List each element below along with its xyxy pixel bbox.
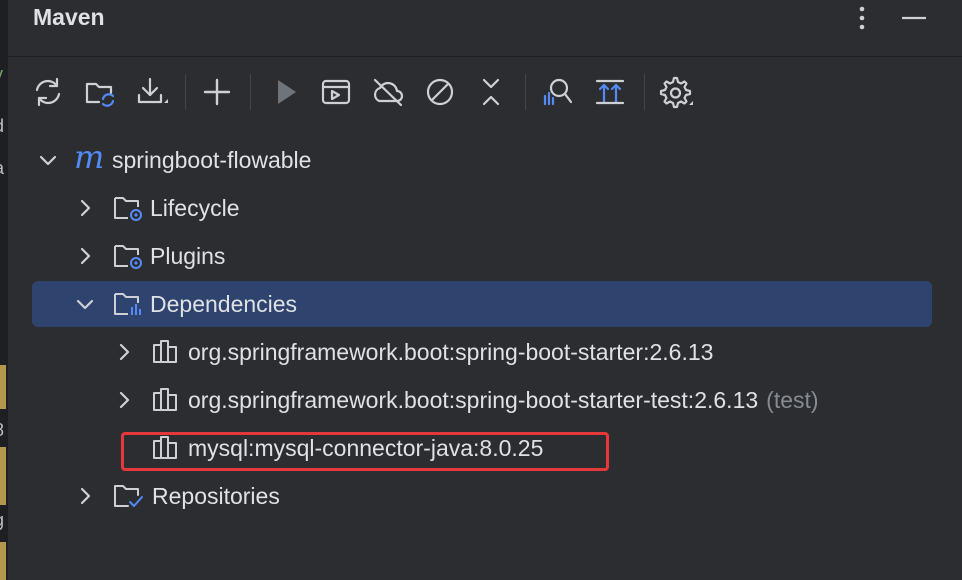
plugins-folder-icon — [112, 241, 144, 271]
tool-window-header: Maven — [8, 0, 962, 57]
more-options-icon[interactable] — [846, 2, 878, 34]
maven-tool-window: Maven m springboot-flowable Lifecycle Pl… — [8, 0, 962, 580]
maven-project-icon: m — [74, 138, 105, 176]
reload-folder-icon[interactable] — [80, 66, 120, 118]
node-label: Lifecycle — [150, 195, 240, 221]
maven-toolbar — [8, 66, 962, 118]
chevron-right-icon[interactable] — [72, 243, 98, 269]
library-icon — [151, 385, 183, 415]
reload-icon[interactable] — [28, 66, 68, 118]
collapse-icon[interactable] — [471, 66, 511, 118]
skip-tests-icon[interactable] — [420, 66, 460, 118]
chevron-right-icon[interactable] — [72, 195, 98, 221]
download-icon[interactable] — [132, 66, 172, 118]
settings-icon[interactable] — [656, 66, 696, 118]
toolbar-separator — [185, 74, 186, 110]
dependency-label: org.springframework.boot:spring-boot-sta… — [188, 339, 714, 365]
toolbar-separator — [644, 74, 645, 110]
project-name: springboot-flowable — [112, 147, 312, 173]
tree-node-plugins[interactable]: Plugins — [8, 232, 962, 280]
library-icon — [151, 337, 183, 367]
tree-node-project[interactable]: m springboot-flowable — [8, 136, 962, 184]
repositories-folder-icon — [112, 481, 144, 511]
dependencies-folder-icon — [112, 289, 144, 319]
chevron-down-icon[interactable] — [35, 147, 61, 173]
tree-node-dependency[interactable]: org.springframework.boot:spring-boot-sta… — [8, 376, 962, 424]
minimize-icon[interactable] — [898, 2, 930, 34]
tree-node-lifecycle[interactable]: Lifecycle — [8, 184, 962, 232]
node-label: Dependencies — [150, 291, 298, 317]
show-dependencies-icon[interactable] — [590, 66, 630, 118]
node-label: Plugins — [150, 243, 226, 269]
tree-node-dependencies[interactable]: Dependencies — [8, 280, 962, 328]
node-label: Repositories — [152, 483, 280, 509]
tree-node-repositories[interactable]: Repositories — [8, 472, 962, 520]
chevron-right-icon[interactable] — [111, 339, 137, 365]
editor-gutter-fragment: v d a r 8 g — [0, 0, 8, 580]
execute-goal-icon[interactable] — [316, 66, 356, 118]
panel-title: Maven — [33, 4, 105, 30]
offline-icon[interactable] — [368, 66, 408, 118]
annotation-highlight-box — [121, 432, 609, 471]
toolbar-separator — [250, 74, 251, 110]
analyze-dependencies-icon[interactable] — [537, 66, 577, 118]
chevron-down-icon[interactable] — [72, 291, 98, 317]
scope-label: (test) — [766, 387, 819, 413]
run-icon[interactable] — [265, 66, 305, 118]
chevron-right-icon[interactable] — [111, 387, 137, 413]
lifecycle-folder-icon — [112, 193, 144, 223]
dependency-label: org.springframework.boot:spring-boot-sta… — [188, 387, 819, 413]
add-icon[interactable] — [197, 66, 237, 118]
chevron-right-icon[interactable] — [72, 483, 98, 509]
tree-node-dependency[interactable]: org.springframework.boot:spring-boot-sta… — [8, 328, 962, 376]
toolbar-separator — [525, 74, 526, 110]
